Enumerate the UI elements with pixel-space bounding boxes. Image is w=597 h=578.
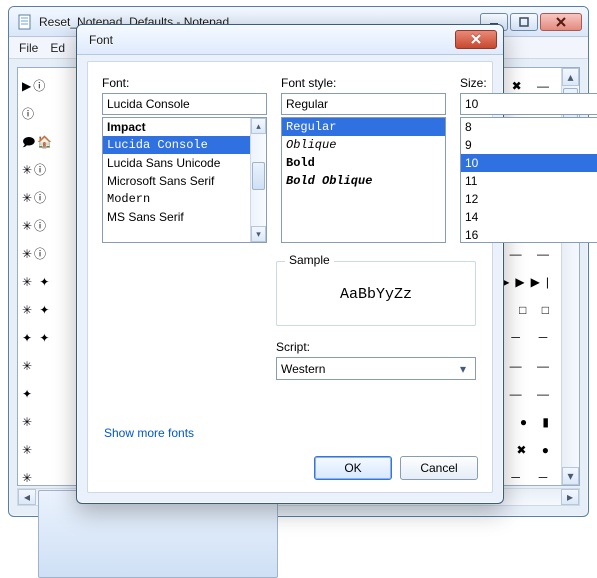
font-style-column: Font style: RegularObliqueBoldBold Obliq… [281,76,446,243]
scroll-down-button[interactable]: ▾ [562,467,579,485]
size-label: Size: [460,76,597,90]
font-dialog-titlebar[interactable]: Font [77,25,503,55]
show-more-fonts-link[interactable]: Show more fonts [104,426,194,440]
maximize-button[interactable] [510,13,538,31]
notepad-app-icon [17,14,33,30]
size-item[interactable]: 14 [461,208,597,226]
ok-button[interactable]: OK [314,456,392,480]
font-dialog-close-button[interactable] [455,30,497,49]
font-style-item[interactable]: Oblique [282,136,445,154]
font-input[interactable] [102,93,267,115]
font-listbox[interactable]: ImpactLucida ConsoleLucida Sans UnicodeM… [102,117,267,243]
size-listbox[interactable]: 891011121416 ▴ ▾ [460,117,597,243]
font-item[interactable]: Microsoft Sans Serif [103,172,250,190]
menu-file[interactable]: File [19,41,38,55]
size-input[interactable] [460,93,597,115]
close-button[interactable] [540,13,582,31]
sample-group: Sample AaBbYyZz [276,261,476,326]
scroll-left-button[interactable]: ◂ [18,489,36,505]
font-item[interactable]: Impact [103,118,250,136]
font-item[interactable]: Lucida Sans Unicode [103,154,250,172]
font-style-label: Font style: [281,76,446,90]
script-value: Western [281,362,325,376]
font-style-input[interactable] [281,93,446,115]
size-column: Size: 891011121416 ▴ ▾ [460,76,597,243]
size-item[interactable]: 12 [461,190,597,208]
font-dialog-body: Font: ImpactLucida ConsoleLucida Sans Un… [87,61,493,493]
font-style-item[interactable]: Bold [282,154,445,172]
size-item[interactable]: 10 [461,154,597,172]
size-item[interactable]: 16 [461,226,597,242]
script-label: Script: [276,340,476,354]
font-style-listbox[interactable]: RegularObliqueBoldBold Oblique [281,117,446,243]
script-row: Script: Western ▾ [276,340,476,380]
sample-label: Sample [285,253,334,267]
font-item[interactable]: Lucida Console [103,136,250,154]
sample-text: AaBbYyZz [285,280,467,309]
size-item[interactable]: 11 [461,172,597,190]
font-style-item[interactable]: Bold Oblique [282,172,445,190]
font-column: Font: ImpactLucida ConsoleLucida Sans Un… [102,76,267,243]
font-dialog-title: Font [85,33,455,47]
font-item[interactable]: MS Sans Serif [103,208,250,226]
close-icon [469,34,483,45]
font-list-scrollbar[interactable]: ▴ ▾ [250,118,266,242]
chevron-down-icon: ▾ [455,362,471,376]
size-item[interactable]: 8 [461,118,597,136]
cancel-button[interactable]: Cancel [400,456,478,480]
size-item[interactable]: 9 [461,136,597,154]
dialog-button-row: OK Cancel [314,456,478,480]
font-dialog: Font Font: ImpactLucida ConsoleLucida Sa… [76,24,504,504]
font-style-item[interactable]: Regular [282,118,445,136]
scroll-up-icon[interactable]: ▴ [251,118,266,134]
menu-edit[interactable]: Ed [50,41,65,55]
font-label: Font: [102,76,267,90]
font-item[interactable]: Modern [103,190,250,208]
scroll-right-button[interactable]: ▸ [561,489,579,505]
scroll-down-icon[interactable]: ▾ [251,226,266,242]
script-combo[interactable]: Western ▾ [276,357,476,380]
